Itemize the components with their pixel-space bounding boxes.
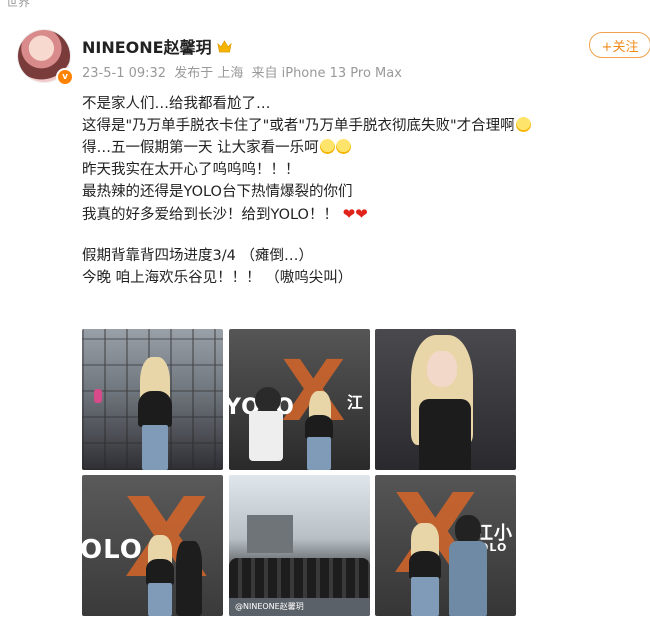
post-line: 我真的好多爱给到长沙！给到YOLO！！ ❤❤ bbox=[82, 205, 368, 223]
post-date[interactable]: 23-5-1 09:32 bbox=[82, 66, 166, 81]
heart-icon: ❤❤ bbox=[342, 205, 368, 223]
laugh-cry-emoji-icon bbox=[335, 139, 351, 154]
photo-2[interactable]: X YOLO 江 bbox=[229, 329, 370, 470]
photo-1[interactable] bbox=[82, 329, 223, 470]
post-line: 最热辣的还得是YOLO台下热情爆裂的你们 bbox=[82, 184, 353, 200]
verified-badge-icon: v bbox=[56, 68, 74, 86]
photo-4[interactable]: X OLO bbox=[82, 475, 223, 616]
photo-6[interactable]: X 江小 OLO bbox=[375, 475, 516, 616]
photo-3[interactable] bbox=[375, 329, 516, 470]
crying-emoji-icon bbox=[515, 117, 531, 132]
post-line: 假期背靠背四场进度3/4 （瘫倒…） bbox=[82, 248, 313, 264]
post-text: 不是家人们…给我都看尬了… 这得是"乃万单手脱衣卡住了"或者"乃万单手脱衣彻底失… bbox=[82, 93, 531, 289]
post-line: 这得是"乃万单手脱衣卡住了"或者"乃万单手脱衣彻底失败"才合理啊 bbox=[82, 115, 531, 137]
photo-5[interactable]: @NINEONE赵馨玥 bbox=[229, 475, 370, 616]
post-meta: 23-5-1 09:32 发布于 上海 来自 iPhone 13 Pro Max bbox=[82, 62, 406, 81]
post-line: 不是家人们…给我都看尬了… bbox=[82, 96, 271, 112]
post-device: 来自 iPhone 13 Pro Max bbox=[251, 66, 402, 81]
post-location: 发布于 上海 bbox=[174, 66, 244, 81]
follow-button[interactable]: +关注 bbox=[589, 32, 650, 58]
crown-icon bbox=[216, 39, 232, 52]
username[interactable]: NINEONE赵馨玥 bbox=[82, 34, 232, 58]
post-line: 今晚 咱上海欢乐谷见！！！ （嗷呜尖叫） bbox=[82, 270, 353, 286]
post-line: 得…五一假期第一天 让大家看一乐呵 bbox=[82, 137, 531, 159]
post-line: 昨天我实在太开心了呜呜呜！！！ bbox=[82, 162, 300, 178]
top-partial-text: 世界 bbox=[6, 0, 31, 9]
username-text[interactable]: NINEONE赵馨玥 bbox=[82, 34, 212, 58]
laugh-cry-emoji-icon bbox=[319, 139, 335, 154]
